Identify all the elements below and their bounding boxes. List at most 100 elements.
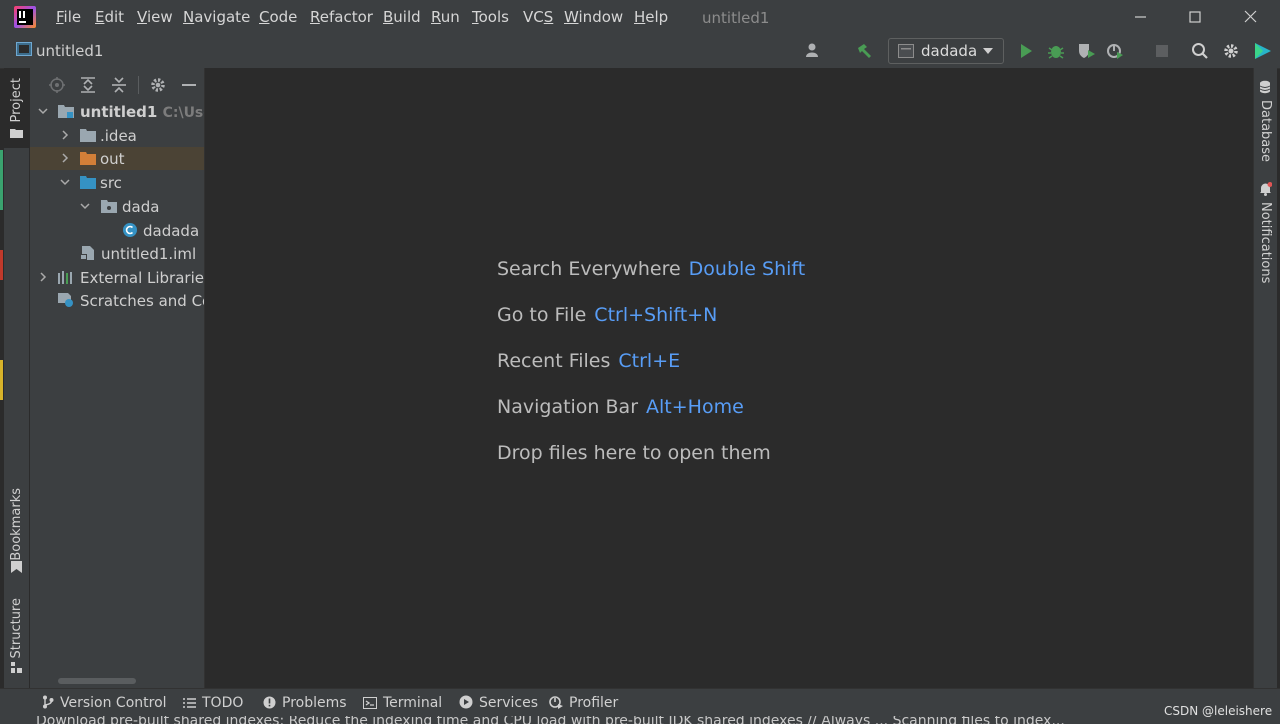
run-with-coverage-icon[interactable] <box>1077 42 1095 60</box>
tab-database[interactable]: Database <box>1258 100 1273 162</box>
close-icon <box>1244 10 1257 23</box>
notifications-bell-icon <box>1260 182 1272 196</box>
tab-label: Profiler <box>569 695 619 711</box>
status-message[interactable]: Download pre-built shared indexes: Reduc… <box>36 716 1065 724</box>
minimize-button[interactable] <box>1120 4 1160 30</box>
hint-shortcut[interactable]: Alt+Home <box>646 396 744 418</box>
intellij-logo-icon[interactable] <box>14 6 36 28</box>
chevron-down-icon <box>60 179 70 186</box>
menu-run[interactable]: Run <box>431 9 460 26</box>
tab-version-control[interactable]: Version Control <box>42 695 167 711</box>
terminal-icon <box>363 697 377 709</box>
scratches-icon <box>58 293 73 307</box>
tree-row-root[interactable]: untitled1 C:\Users <box>30 100 204 123</box>
problems-warning-icon <box>263 696 276 709</box>
menu-vcs[interactable]: VCS <box>523 9 553 26</box>
hint-shortcut[interactable]: Double Shift <box>689 258 806 280</box>
hint-shortcut[interactable]: Ctrl+E <box>618 350 680 372</box>
tree-row-dada[interactable]: dada <box>30 195 204 218</box>
maximize-button[interactable] <box>1175 4 1215 30</box>
hint-shortcut[interactable]: Ctrl+Shift+N <box>594 304 717 326</box>
menu-tools[interactable]: Tools <box>472 9 509 26</box>
tree-label: out <box>100 150 125 168</box>
tree-label: untitled1.iml <box>101 245 197 263</box>
tree-row-scratches[interactable]: Scratches and Con <box>30 289 204 312</box>
build-hammer-icon[interactable] <box>855 42 873 60</box>
locate-file-icon[interactable] <box>48 76 66 94</box>
search-icon[interactable] <box>1191 42 1209 60</box>
iml-file-icon <box>80 246 94 260</box>
left-tool-stripe: Project Bookmarks Structure <box>4 68 30 688</box>
debug-icon[interactable] <box>1047 42 1065 60</box>
profiler-icon <box>549 696 563 709</box>
tree-row-src[interactable]: src <box>30 171 204 194</box>
editor-area[interactable]: Search Everywhere Double Shift Go to File… <box>205 68 1253 688</box>
menu-view[interactable]: View <box>137 9 173 26</box>
hide-panel-icon[interactable] <box>180 76 198 94</box>
options-gear-icon[interactable] <box>149 76 167 94</box>
user-account-icon[interactable] <box>805 42 823 60</box>
close-button[interactable] <box>1230 4 1270 30</box>
menu-mnemonic: B <box>383 8 394 26</box>
hint-search-everywhere: Search Everywhere Double Shift <box>497 258 805 280</box>
tab-problems[interactable]: Problems <box>263 695 347 711</box>
tab-bookmarks[interactable]: Bookmarks <box>9 488 24 561</box>
hint-go-to-file: Go to File Ctrl+Shift+N <box>497 304 717 326</box>
tab-services[interactable]: Services <box>459 695 538 711</box>
menu-code[interactable]: Code <box>259 9 297 26</box>
tab-terminal[interactable]: Terminal <box>363 695 442 711</box>
profile-icon[interactable] <box>1106 42 1124 60</box>
tab-project[interactable]: Project <box>9 78 24 122</box>
menu-file[interactable]: File <box>56 9 81 26</box>
menu-label: ode <box>269 8 298 26</box>
hint-label: Recent Files <box>497 350 611 372</box>
excluded-folder-icon <box>80 152 96 165</box>
menu-refactor[interactable]: Refactor <box>310 9 373 26</box>
tree-label: dada <box>122 198 160 216</box>
code-with-me-icon[interactable] <box>1253 42 1271 60</box>
title-bar: File Edit View Navigate Code Refactor Bu… <box>0 0 1280 34</box>
menu-help[interactable]: Help <box>634 9 668 26</box>
desktop-edge <box>0 360 3 400</box>
tab-structure[interactable]: Structure <box>9 598 24 658</box>
menu-label: dit <box>104 8 125 26</box>
tree-label: Scratches and Con <box>80 292 204 310</box>
tab-label: Terminal <box>383 695 443 711</box>
tree-row-iml[interactable]: untitled1.iml <box>30 242 204 265</box>
java-class-icon <box>123 223 137 237</box>
settings-gear-icon[interactable] <box>1222 42 1240 60</box>
tree-row-out[interactable]: out <box>30 147 204 170</box>
collapse-all-icon[interactable] <box>110 76 128 94</box>
chevron-down-icon <box>38 108 48 115</box>
vcs-branch-icon <box>43 695 54 709</box>
tree-row-idea[interactable]: .idea <box>30 124 204 147</box>
tab-todo[interactable]: TODO <box>183 695 243 711</box>
menu-window[interactable]: Window <box>564 9 623 26</box>
menu-mnemonic: H <box>634 8 646 26</box>
tree-row-external-libraries[interactable]: External Libraries <box>30 266 204 289</box>
tab-label: Problems <box>282 695 347 711</box>
hint-drop-files: Drop files here to open them <box>497 442 771 464</box>
horizontal-scrollbar[interactable] <box>58 678 136 684</box>
tab-label: Version Control <box>60 695 167 711</box>
tab-notifications[interactable]: Notifications <box>1258 202 1273 283</box>
menu-navigate[interactable]: Navigate <box>183 9 250 26</box>
stop-icon[interactable] <box>1153 42 1171 60</box>
menu-build[interactable]: Build <box>383 9 421 26</box>
run-config-label: dadada <box>921 42 978 60</box>
desktop-edge <box>0 150 3 210</box>
menu-mnemonic: R <box>431 8 441 26</box>
menu-mnemonic: S <box>543 8 554 26</box>
library-icon <box>58 271 72 284</box>
folder-icon <box>80 129 96 142</box>
hint-navigation-bar: Navigation Bar Alt+Home <box>497 396 744 418</box>
tab-profiler[interactable]: Profiler <box>549 695 618 711</box>
expand-all-icon[interactable] <box>79 76 97 94</box>
breadcrumb-project[interactable]: untitled1 <box>36 42 103 60</box>
project-panel: untitled1 C:\Users .idea out src dada da… <box>30 68 205 688</box>
menu-edit[interactable]: Edit <box>95 9 124 26</box>
tree-row-dadada[interactable]: dadada <box>30 219 204 242</box>
run-icon[interactable] <box>1017 42 1035 60</box>
chevron-right-icon <box>62 130 69 140</box>
run-configuration-select[interactable]: dadada <box>888 38 1004 64</box>
